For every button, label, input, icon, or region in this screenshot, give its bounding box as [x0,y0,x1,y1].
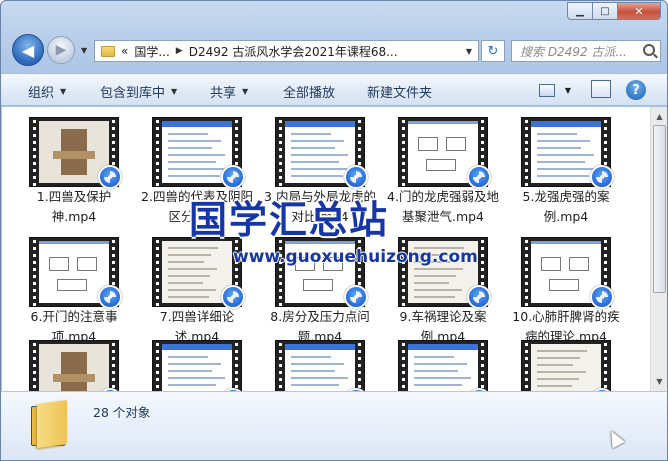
video-thumbnail [152,340,242,391]
watermark-title: 国学汇总站 [189,198,390,242]
file-name: 1.四兽及保护神.mp4 [36,189,112,224]
scroll-down-icon[interactable]: ▼ [653,375,666,388]
new-folder-label: 新建文件夹 [367,86,433,101]
media-player-icon [467,285,491,309]
file-item[interactable]: 5.龙强虎强的案例.mp4 [510,117,622,237]
view-icon [539,83,555,97]
details-pane: 28 个对象 [1,391,667,460]
recent-pages-dropdown[interactable]: ▼ [81,46,87,55]
file-item[interactable] [18,340,130,391]
include-in-library-button[interactable]: 包含到库中 ▼ [100,82,177,101]
organize-button[interactable]: 组织 ▼ [28,82,66,101]
video-thumbnail [398,340,488,391]
media-player-icon [467,165,491,189]
media-player-icon [221,285,245,309]
include-label: 包含到库中 [100,86,166,101]
media-player-icon [98,165,122,189]
address-dropdown-icon[interactable]: ▼ [466,47,472,56]
minimize-button[interactable]: ▁ [567,2,593,20]
file-item[interactable] [387,340,499,391]
explorer-window: ▁ □ ✕ ◀ ▶ ▼ « 国学... ▶ D2492 古派风水学会2021年课… [0,0,668,461]
file-item[interactable] [510,340,622,391]
file-item[interactable] [264,340,376,391]
folder-icon [101,45,115,57]
breadcrumb-item[interactable]: D2492 古派风水学会2021年课程68... [189,43,398,60]
search-icon[interactable] [643,44,655,56]
media-player-icon [98,285,122,309]
watermark-url: www.guoxuehuizong.com [233,247,478,267]
new-folder-button[interactable]: 新建文件夹 [367,82,432,101]
command-bar: 组织 ▼ 包含到库中 ▼ 共享 ▼ 全部播放 新建文件夹 ▼ ? [1,73,667,106]
breadcrumb-item[interactable]: 国学... [134,43,169,60]
play-all-label: 全部播放 [283,86,336,101]
share-label: 共享 [210,86,237,101]
item-count: 28 个对象 [93,405,151,420]
media-player-icon [344,165,368,189]
chevron-down-icon: ▼ [242,87,249,96]
navigation-bar: ◀ ▶ ▼ « 国学... ▶ D2492 古派风水学会2021年课程68...… [1,31,667,69]
organize-label: 组织 [28,86,55,101]
chevron-down-icon[interactable]: ▼ [565,86,571,95]
refresh-button[interactable]: ↻ [481,40,505,62]
back-button[interactable]: ◀ [12,34,44,66]
file-name: 4.门的龙虎强弱及地基聚泄气.mp4 [387,189,499,224]
file-name: 5.龙强虎强的案例.mp4 [522,189,610,224]
video-thumbnail [521,340,611,391]
share-button[interactable]: 共享 ▼ [210,82,248,101]
search-placeholder: 搜索 D2492 古派... [520,44,627,59]
maximize-button[interactable]: □ [593,2,618,20]
scroll-up-icon[interactable]: ▲ [653,110,666,123]
file-item[interactable]: 1.四兽及保护神.mp4 [18,117,130,237]
chevron-down-icon: ▼ [171,87,178,96]
forward-button[interactable]: ▶ [47,36,75,64]
file-item[interactable]: 10.心肺肝脾肾的疾病的理论.mp4 [510,237,622,357]
file-item[interactable]: 6.开门的注意事项.mp4 [18,237,130,357]
play-all-button[interactable]: 全部播放 [283,82,335,101]
change-view-button[interactable]: ▼ [533,78,577,102]
file-item[interactable] [141,340,253,391]
vertical-scrollbar[interactable]: ▲ ▼ [650,107,667,391]
close-button[interactable]: ✕ [618,2,661,20]
breadcrumb-separator-icon[interactable]: ▶ [176,46,183,56]
file-item[interactable]: 4.门的龙虎强弱及地基聚泄气.mp4 [387,117,499,237]
chevron-down-icon: ▼ [60,87,67,96]
scrollbar-thumb[interactable] [653,125,666,293]
media-player-icon [590,165,614,189]
search-input[interactable]: 搜索 D2492 古派... [511,40,661,62]
video-thumbnail [29,340,119,391]
video-thumbnail [275,340,365,391]
help-button[interactable]: ? [626,80,646,100]
caption-buttons: ▁ □ ✕ [567,2,661,20]
folder-icon [31,399,71,449]
preview-pane-button[interactable] [591,80,611,98]
media-player-icon [344,285,368,309]
media-player-icon [221,165,245,189]
media-player-icon [590,285,614,309]
address-bar[interactable]: « 国学... ▶ D2492 古派风水学会2021年课程68... ▼ [94,40,479,62]
breadcrumb-overflow[interactable]: « [121,44,128,58]
